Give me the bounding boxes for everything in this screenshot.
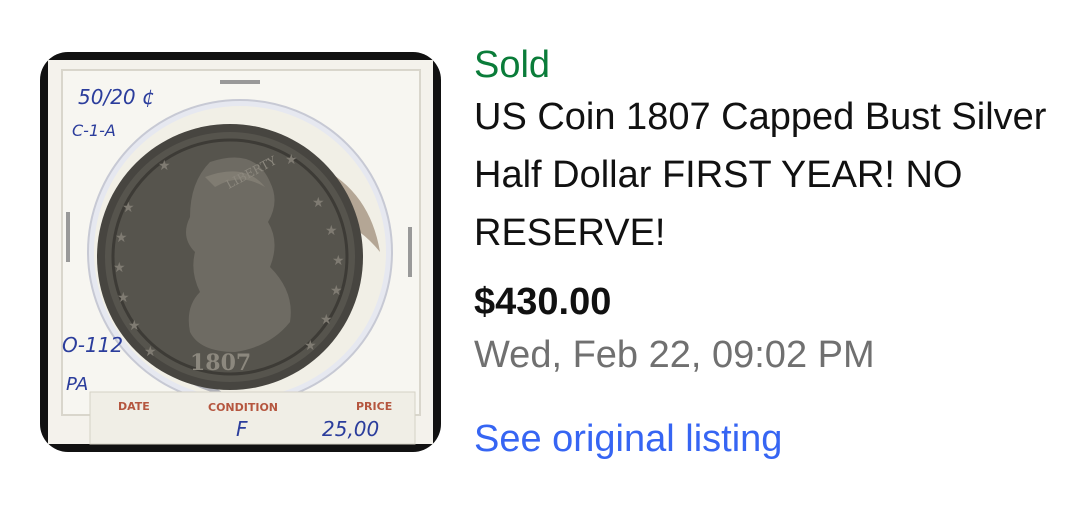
svg-text:★: ★ [304,338,317,354]
svg-text:★: ★ [117,290,130,306]
label-condition: CONDITION [208,401,278,414]
coin-year-text: 1807 [190,350,251,376]
note-overton: O-112 [62,333,123,357]
svg-text:★: ★ [320,312,333,328]
svg-text:★: ★ [312,195,325,211]
sold-price: $430.00 [474,281,612,323]
svg-text:★: ★ [113,260,126,276]
svg-text:★: ★ [330,283,343,299]
note-grade-tag: PA [66,374,88,395]
svg-text:★: ★ [122,200,135,216]
svg-text:★: ★ [128,318,141,334]
staple-left [66,212,70,262]
label-price: PRICE [356,400,392,413]
note-denomination: 50/20 ¢ [78,85,155,109]
svg-text:★: ★ [285,152,298,168]
coin-holder-image: ★★★ ★★★ ★★★ ★★★ ★ ★ LIBERTY 1807 50/20 ¢ … [48,60,433,445]
label-date: DATE [118,400,150,413]
price-value: 25,00 [322,417,379,441]
svg-text:★: ★ [325,223,338,239]
svg-text:★: ★ [332,253,345,269]
sold-status: Sold [474,44,551,86]
svg-text:★: ★ [144,344,157,360]
item-thumbnail[interactable]: ★ ★ ★ ★ ★ ★ ★ ★ ★ ★ ★ ★ ★ ★ LIBERTY 1807 50/20 ¢ … [40,52,441,452]
staple-top [220,80,260,84]
see-original-listing-link[interactable]: See original listing [474,413,782,465]
svg-text:★: ★ [158,158,171,174]
svg-text:★: ★ [115,230,128,246]
note-variety: C-1-A [72,121,116,140]
staple-right [408,227,412,277]
item-title[interactable]: US Coin 1807 Capped Bust Silver Half Dol… [474,88,1064,262]
condition-value: F [236,417,248,441]
sold-date: Wed, Feb 22, 09:02 PM [474,334,875,376]
